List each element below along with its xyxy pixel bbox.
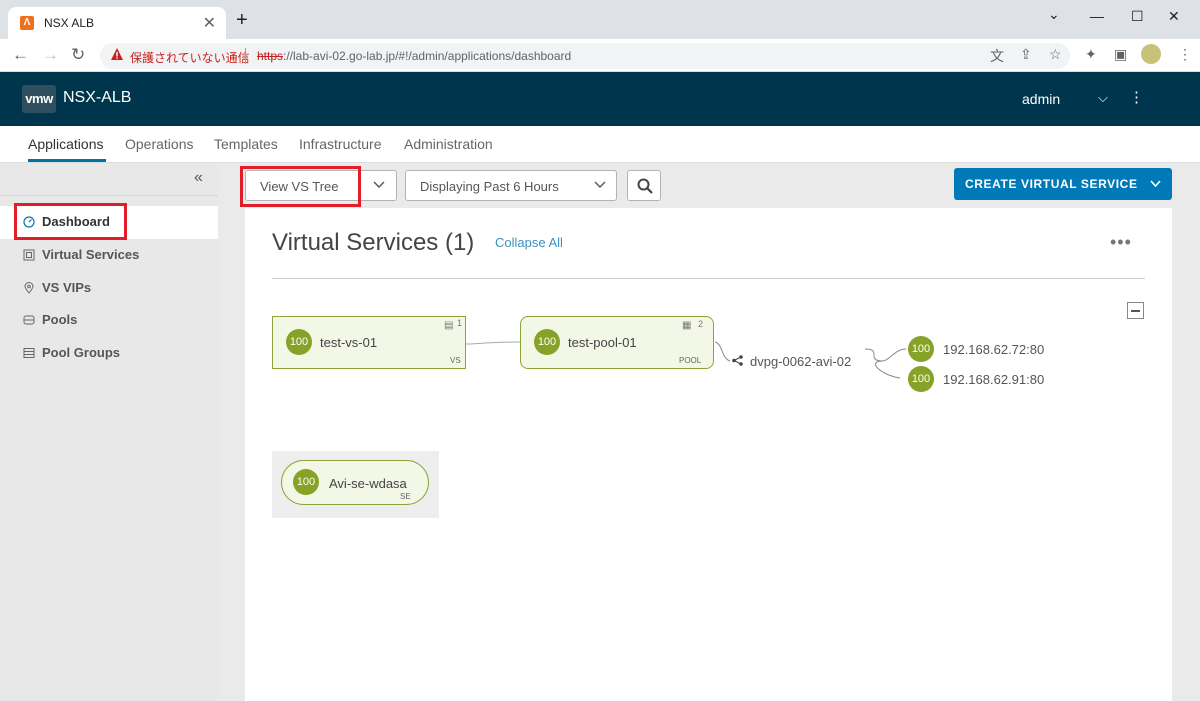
server-address[interactable]: 192.168.62.91:80 bbox=[943, 372, 1044, 387]
view-select-chevron-icon[interactable] bbox=[373, 181, 385, 189]
minus-icon bbox=[1131, 310, 1140, 312]
profile-avatar[interactable] bbox=[1141, 44, 1161, 64]
search-button[interactable] bbox=[627, 170, 661, 201]
tab-administration[interactable]: Administration bbox=[404, 136, 493, 152]
maximize-button[interactable]: ☐ bbox=[1131, 8, 1144, 25]
se-node-name: Avi-se-wdasa bbox=[329, 476, 407, 491]
pool-node-type: POOL bbox=[679, 356, 702, 365]
sidebar-item-label: Pools bbox=[42, 312, 78, 327]
app-title: NSX-ALB bbox=[63, 89, 132, 106]
window-close-button[interactable]: ✕ bbox=[1168, 8, 1180, 25]
address-separator bbox=[245, 48, 246, 64]
user-name[interactable]: admin bbox=[1022, 91, 1060, 107]
highlight-box-view-select bbox=[240, 166, 361, 207]
vs-node-type: VS bbox=[450, 356, 461, 365]
pool-groups-icon bbox=[23, 348, 35, 358]
reload-icon[interactable]: ↻ bbox=[71, 45, 85, 65]
browser-tab-title: NSX ALB bbox=[44, 16, 95, 30]
back-arrow-icon[interactable]: ← bbox=[12, 45, 29, 65]
panel-divider bbox=[272, 278, 1145, 279]
app-header: vmw NSX-ALB admin ⌵ ⋮ bbox=[0, 72, 1200, 180]
se-health-badge: 100 bbox=[293, 469, 319, 495]
server-health-badge: 100 bbox=[908, 366, 934, 392]
tab-close-icon[interactable]: ✕ bbox=[203, 13, 216, 33]
create-virtual-service-button[interactable]: CREATE VIRTUAL SERVICE bbox=[954, 168, 1172, 200]
browser-toolbar: ← → ↻ 保護されていない通信 https://lab-avi-02.go-l… bbox=[0, 39, 1200, 72]
highlight-box-dashboard bbox=[14, 203, 127, 240]
url-text[interactable]: https://lab-avi-02.go-lab.jp/#!/admin/ap… bbox=[257, 49, 571, 63]
sidebar-item-virtual-services[interactable]: Virtual Services bbox=[0, 239, 218, 272]
main-nav: Applications Operations Templates Infras… bbox=[0, 126, 1200, 163]
browser-tab-bar: Λ NSX ALB ✕ + ⌄ — ☐ ✕ bbox=[0, 0, 1200, 39]
pools-icon bbox=[23, 315, 35, 325]
warning-icon bbox=[111, 48, 123, 60]
vs-health-badge: 100 bbox=[286, 329, 312, 355]
map-pin-icon bbox=[24, 282, 34, 294]
sidebar-item-label: Pool Groups bbox=[42, 345, 120, 360]
database-icon: ▤ bbox=[444, 320, 454, 331]
browser-menu-icon[interactable]: ⋮ bbox=[1178, 46, 1192, 63]
network-share-icon bbox=[732, 355, 743, 366]
panel-title: Virtual Services (1) bbox=[272, 229, 475, 256]
minimize-button[interactable]: — bbox=[1090, 8, 1104, 24]
sidebar-item-label: VS VIPs bbox=[42, 280, 92, 295]
collapse-all-link[interactable]: Collapse All bbox=[495, 235, 563, 250]
bookmark-star-icon[interactable]: ☆ bbox=[1049, 46, 1062, 63]
virtual-services-icon bbox=[23, 249, 35, 261]
sidebar-item-pool-groups[interactable]: Pool Groups bbox=[0, 337, 218, 370]
server-address[interactable]: 192.168.62.72:80 bbox=[943, 342, 1044, 357]
tab-operations[interactable]: Operations bbox=[125, 136, 193, 152]
pool-node-count: 2 bbox=[698, 319, 704, 329]
network-label[interactable]: dvpg-0062-avi-02 bbox=[750, 354, 851, 369]
vs-node[interactable]: 100 test-vs-01 ▤ 1 VS bbox=[272, 316, 466, 369]
vs-node-name: test-vs-01 bbox=[320, 335, 378, 350]
pool-node[interactable]: 100 test-pool-01 ▦ 2 POOL bbox=[520, 316, 714, 369]
servers-icon: ▦ bbox=[682, 320, 692, 331]
translate-icon[interactable]: 文 bbox=[990, 46, 1004, 66]
tab-infrastructure[interactable]: Infrastructure bbox=[299, 136, 381, 152]
forward-arrow-icon[interactable]: → bbox=[42, 45, 59, 65]
active-tab-indicator bbox=[28, 159, 106, 162]
pool-health-badge: 100 bbox=[534, 329, 560, 355]
sidebar-item-label: Virtual Services bbox=[42, 247, 140, 262]
browser-tab[interactable]: Λ NSX ALB ✕ bbox=[8, 7, 226, 39]
search-icon bbox=[637, 178, 653, 194]
side-panel-icon[interactable]: ▣ bbox=[1114, 46, 1127, 63]
sidebar-item-vs-vips[interactable]: VS VIPs bbox=[0, 272, 218, 305]
vs-node-count: 1 bbox=[457, 318, 463, 328]
user-dropdown-chevron-icon[interactable]: ⌵ bbox=[1098, 90, 1108, 106]
app-menu-icon[interactable]: ⋮ bbox=[1129, 88, 1144, 106]
tab-search-chevron-icon[interactable]: ⌄ bbox=[1048, 6, 1060, 23]
tab-templates[interactable]: Templates bbox=[214, 136, 278, 152]
address-bar[interactable]: 保護されていない通信 https://lab-avi-02.go-lab.jp/… bbox=[100, 43, 1070, 69]
time-range-select[interactable]: Displaying Past 6 Hours bbox=[405, 170, 617, 201]
collapse-tree-button[interactable] bbox=[1127, 302, 1144, 319]
extensions-icon[interactable]: ✦ bbox=[1085, 46, 1097, 63]
sidebar-item-pools[interactable]: Pools bbox=[0, 304, 218, 337]
service-engine-group: 100 Avi-se-wdasa SE bbox=[272, 451, 439, 518]
sidebar-divider bbox=[0, 195, 218, 196]
more-options-icon[interactable]: ••• bbox=[1110, 232, 1132, 253]
time-select-chevron-icon[interactable] bbox=[594, 181, 606, 189]
se-node-type: SE bbox=[400, 492, 411, 501]
sidebar: « Dashboard Virtual Services VS VIPs Poo… bbox=[0, 163, 218, 701]
not-secure-label[interactable]: 保護されていない通信 bbox=[130, 49, 250, 66]
vmware-logo: vmw bbox=[22, 85, 56, 113]
new-tab-button[interactable]: + bbox=[236, 10, 248, 30]
pool-node-name: test-pool-01 bbox=[568, 335, 637, 350]
nsx-favicon-icon: Λ bbox=[20, 16, 34, 30]
create-button-label: CREATE VIRTUAL SERVICE bbox=[965, 177, 1138, 191]
server-health-badge: 100 bbox=[908, 336, 934, 362]
create-dropdown-chevron-icon bbox=[1150, 180, 1161, 188]
se-node[interactable]: 100 Avi-se-wdasa SE bbox=[281, 460, 429, 505]
tab-applications[interactable]: Applications bbox=[28, 136, 104, 152]
time-range-select-value: Displaying Past 6 Hours bbox=[420, 179, 559, 194]
collapse-sidebar-icon[interactable]: « bbox=[194, 169, 203, 187]
share-icon[interactable]: ⇪ bbox=[1020, 46, 1032, 63]
url-path: ://lab-avi-02.go-lab.jp/#!/admin/applica… bbox=[283, 49, 572, 63]
url-scheme: https bbox=[257, 49, 284, 63]
